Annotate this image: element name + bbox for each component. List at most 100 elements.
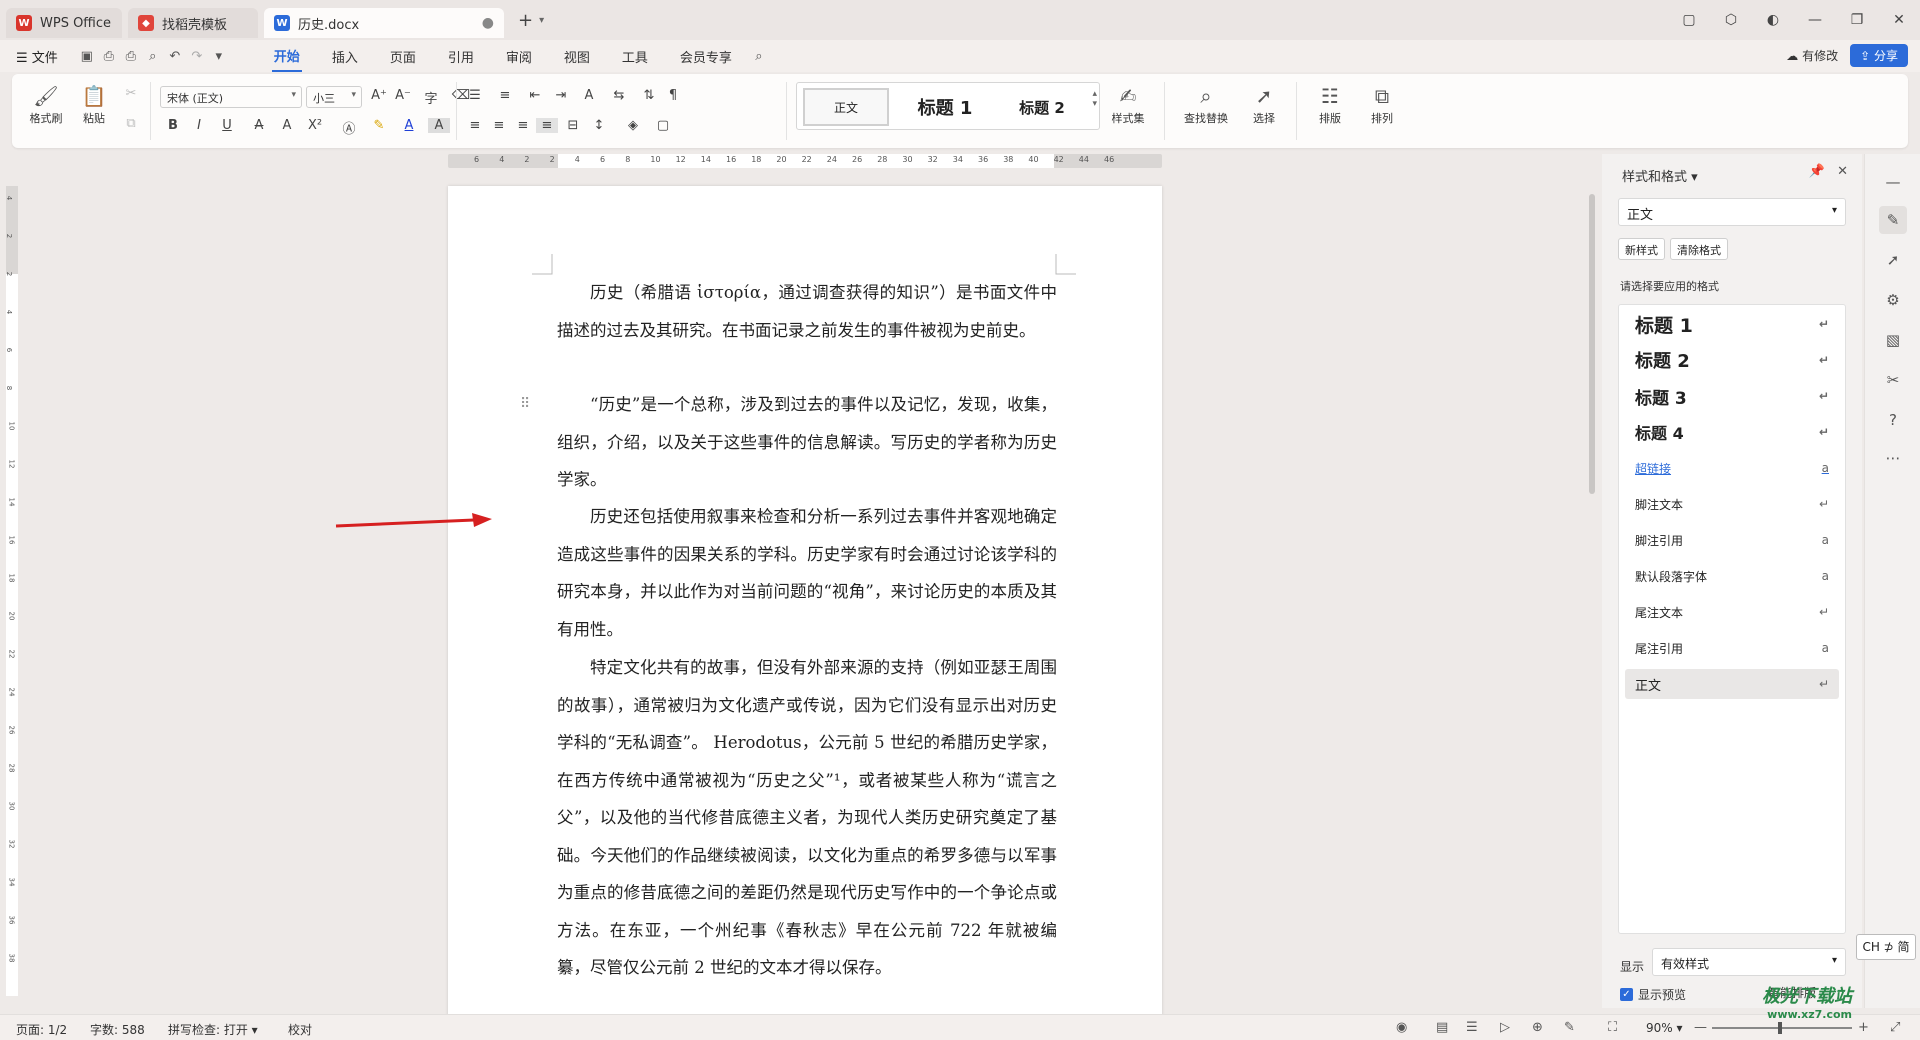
clear-format-button[interactable]: 清除格式 [1670, 238, 1728, 260]
text-effect-icon[interactable]: Ⓐ [338, 118, 360, 137]
undo-icon[interactable]: ↶ [164, 49, 186, 64]
show-filter-select[interactable]: 有效样式 ▾ [1652, 948, 1846, 976]
find-replace-button[interactable]: ⌕ 查找替换 [1176, 82, 1236, 126]
style-item-footnote-text[interactable]: 脚注文本 ↵ [1625, 489, 1839, 519]
menu-view[interactable]: 视图 [562, 42, 592, 71]
cut-icon[interactable]: ✂ [120, 86, 142, 101]
style-item-heading-3[interactable]: 标题 3 ↵ [1625, 381, 1839, 411]
redo-icon[interactable]: ↷ [186, 49, 208, 64]
style-heading-2[interactable]: 标题 2 [997, 88, 1087, 126]
line-spacing-icon[interactable]: ↕ [588, 118, 610, 133]
proofread-button[interactable]: 校对 [288, 1021, 312, 1038]
style-set-button[interactable]: ✍ 样式集 [1106, 82, 1150, 126]
style-item-heading-4[interactable]: 标题 4 ↵ [1625, 417, 1839, 447]
cube-icon[interactable]: ⬡ [1710, 12, 1752, 28]
menu-references[interactable]: 引用 [446, 42, 476, 71]
new-style-button[interactable]: 新样式 [1618, 238, 1665, 260]
style-item-endnote-ref[interactable]: 尾注引用 a [1625, 633, 1839, 663]
arrange-button[interactable]: ⧉ 排列 [1360, 82, 1404, 126]
export-pdf-icon[interactable]: ⎙ [98, 49, 120, 64]
decrease-indent-icon[interactable]: ⇤ [524, 88, 546, 103]
zoom-slider[interactable] [1712, 1027, 1852, 1029]
paste-button[interactable]: 📋 粘贴 [72, 82, 116, 126]
sort-icon[interactable]: ⇅ [638, 88, 660, 103]
underline-icon[interactable]: U [216, 118, 238, 133]
image-edit-icon[interactable]: ▧ [1879, 326, 1907, 354]
style-pen-icon[interactable]: ✎ [1879, 206, 1907, 234]
eye-icon[interactable]: ◉ [1396, 1020, 1407, 1035]
fullscreen-icon[interactable]: ⤢ [1890, 1020, 1900, 1035]
changes-button[interactable]: ☁ 有修改 [1786, 47, 1838, 64]
font-family-select[interactable]: 宋体 (正文) ▾ [160, 86, 302, 108]
tab-wps-office[interactable]: W WPS Office [6, 8, 122, 38]
paragraph[interactable]: “历史”是一个总称，涉及到过去的事件以及记忆，发现，收集，组织，介绍，以及关于这… [557, 386, 1057, 499]
italic-icon[interactable]: I [188, 118, 210, 133]
layout-button[interactable]: ☷ 排版 [1308, 82, 1352, 126]
increase-indent-icon[interactable]: ⇥ [550, 88, 572, 103]
bullet-list-icon[interactable]: ☰ [464, 88, 486, 103]
document-scrollbar[interactable] [1586, 158, 1600, 1008]
more-icon[interactable]: ⋯ [1879, 444, 1907, 472]
minimize-icon[interactable]: — [1794, 12, 1836, 28]
text-direction-icon[interactable]: ⇆ [608, 88, 630, 103]
menu-page[interactable]: 页面 [388, 42, 418, 71]
zoom-in-icon[interactable]: + [1858, 1020, 1869, 1035]
close-icon[interactable]: ✕ [1878, 12, 1920, 28]
properties-icon[interactable]: ⚙ [1879, 286, 1907, 314]
grow-font-icon[interactable]: A⁺ [368, 88, 390, 103]
unsaved-dot-icon[interactable]: ● [482, 15, 494, 31]
horizontal-ruler[interactable]: 6 4 2 2 4 6 8 10 12 14 16 18 20 22 24 26 28 30 32 34 36 38 40 4… [448, 154, 1162, 168]
close-icon[interactable]: ✕ [1837, 164, 1848, 179]
style-item-hyperlink[interactable]: 超链接 a [1625, 453, 1839, 483]
align-center-icon[interactable]: ≡ [488, 118, 510, 133]
menu-home[interactable]: 开始 [271, 41, 302, 72]
new-tab-icon[interactable]: + [518, 10, 533, 31]
spellcheck-status[interactable]: 拼写检查: 打开 ▾ [168, 1021, 258, 1038]
align-right-icon[interactable]: ≡ [512, 118, 534, 133]
justify-icon[interactable]: ≡ [536, 118, 558, 133]
tab-list-icon[interactable]: ▢ [1668, 12, 1710, 28]
search-icon[interactable]: ⌕ [748, 49, 770, 64]
ime-indicator[interactable]: CH ⊅ 简 [1856, 934, 1916, 960]
bold-icon[interactable]: B [162, 118, 184, 133]
align-left-icon[interactable]: ≡ [464, 118, 486, 133]
gallery-scroll-icon[interactable]: ▴ ▾ [1092, 89, 1097, 109]
pen-icon[interactable]: ✎ [1564, 1020, 1575, 1035]
chinese-layout-icon[interactable]: A͏ [578, 88, 600, 103]
format-painter-button[interactable]: 🖌 格式刷 [24, 82, 68, 126]
save-icon[interactable]: ▣ [76, 49, 98, 64]
more-dropdown-icon[interactable]: ▾ [208, 49, 230, 64]
numbered-list-icon[interactable]: ≡ [494, 88, 516, 103]
paragraph[interactable]: 历史（希腊语 ἱστορία，通过调查获得的知识”）是书面文件中描述的过去及其研… [557, 274, 1057, 349]
tab-document[interactable]: W 历史.docx ● [264, 8, 504, 38]
show-preview-checkbox[interactable]: ✓ 显示预览 [1620, 986, 1686, 1003]
scrollbar-thumb[interactable] [1589, 194, 1595, 494]
emphasis-icon[interactable]: A [276, 118, 298, 133]
phonetic-icon[interactable]: 字 [420, 88, 442, 107]
zoom-out-icon[interactable]: — [1694, 1020, 1707, 1035]
style-item-normal[interactable]: 正文 ↵ [1625, 669, 1839, 699]
menu-review[interactable]: 审阅 [504, 42, 534, 71]
style-normal[interactable]: 正文 [803, 88, 889, 126]
superscript-icon[interactable]: X² [304, 118, 326, 133]
menu-member[interactable]: 会员专享 [678, 42, 734, 71]
pin-icon[interactable]: 📌 [1809, 164, 1825, 179]
vertical-ruler[interactable]: 4 2 2 4 6 8 10 12 14 16 18 20 22 24 26 28 30 32 34 36 38 [5, 186, 18, 996]
char-shading-icon[interactable]: A [428, 118, 450, 133]
restore-icon[interactable]: ❐ [1836, 12, 1878, 28]
document-page[interactable]: 历史（希腊语 ἱστορία，通过调查获得的知识”）是书面文件中描述的过去及其研… [448, 186, 1162, 1016]
font-size-select[interactable]: 小三 ▾ [306, 86, 362, 108]
outline-view-icon[interactable]: ☰ [1466, 1020, 1478, 1035]
page-view-icon[interactable]: ▤ [1436, 1020, 1448, 1035]
panel-title[interactable]: 样式和格式 ▾ [1622, 166, 1698, 185]
help-icon[interactable]: ? [1879, 406, 1907, 434]
style-item-heading-1[interactable]: 标题 1 ↵ [1625, 309, 1839, 339]
word-count[interactable]: 字数: 588 [90, 1021, 145, 1038]
zoom-slider-knob[interactable] [1778, 1022, 1782, 1034]
avatar[interactable]: ◐ [1752, 12, 1794, 28]
shading-icon[interactable]: ◈ [622, 118, 644, 133]
shrink-font-icon[interactable]: A⁻ [392, 88, 414, 103]
font-color-icon[interactable]: A [398, 118, 420, 133]
page-indicator[interactable]: 页面: 1/2 [16, 1021, 67, 1038]
print-icon[interactable]: ⎙ [120, 49, 142, 64]
